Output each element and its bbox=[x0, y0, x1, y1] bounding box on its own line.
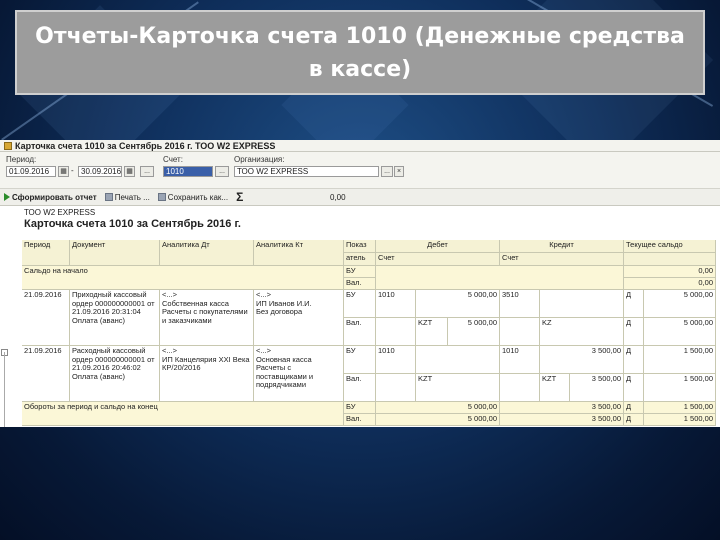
header-debit-account: Счет bbox=[376, 253, 500, 266]
period-select-button[interactable]: ... bbox=[140, 166, 154, 177]
header-analytics-kt: Аналитика Кт bbox=[254, 240, 344, 266]
sum-icon[interactable]: Σ bbox=[236, 190, 243, 204]
row1-credit-account: 3510 bbox=[500, 290, 540, 318]
totals-debit-val: 5 000,00 bbox=[376, 414, 500, 426]
filter-panel: Период: 01.09.2016 ▦ - 30.09.2016 ▦ ... … bbox=[0, 152, 720, 188]
row1-analytics-kt: <...> ИП Иванов И.И. Без договора bbox=[254, 290, 344, 346]
period-label: Период: bbox=[6, 155, 37, 164]
report-title: Карточка счета 1010 за Сентябрь 2016 г. bbox=[24, 218, 241, 230]
row1-balance-mark: Д bbox=[624, 290, 644, 318]
row2-credit-amount: 3 500,00 bbox=[540, 346, 624, 374]
header-period: Период bbox=[22, 240, 70, 266]
report-area: ТОО W2 EXPRESS Карточка счета 1010 за Се… bbox=[0, 206, 720, 427]
slide-title-box: Отчеты-Карточка счета 1010 (Денежные сре… bbox=[15, 10, 705, 95]
report-organization: ТОО W2 EXPRESS bbox=[24, 208, 96, 217]
row2-kt-currency: KZT bbox=[540, 374, 570, 402]
row1-debit-account: 1010 bbox=[376, 290, 416, 318]
row2-credit-account: 1010 bbox=[500, 346, 540, 374]
row2-ind-bu: БУ bbox=[344, 346, 376, 374]
toolbar: Сформировать отчет Печать ... Сохранить … bbox=[0, 188, 720, 206]
account-select-button[interactable]: ... bbox=[215, 166, 229, 177]
organization-select-button[interactable]: ... bbox=[381, 166, 393, 177]
printer-icon bbox=[104, 193, 113, 201]
opening-balance-val: 0,00 bbox=[624, 278, 716, 290]
header-document: Документ bbox=[70, 240, 160, 266]
totals-debit-bu: 5 000,00 bbox=[376, 402, 500, 414]
row1-kt-currency: KZ bbox=[540, 318, 624, 346]
organization-field[interactable]: ТОО W2 EXPRESS bbox=[234, 166, 379, 177]
row1-balance-val: 5 000,00 bbox=[644, 318, 716, 346]
totals-mark-val: Д bbox=[624, 414, 644, 426]
totals-ind-bu: БУ bbox=[344, 402, 376, 414]
opening-balance-label: Сальдо на начало bbox=[22, 266, 344, 290]
save-icon bbox=[157, 193, 166, 201]
row1-period: 21.09.2016 bbox=[22, 290, 70, 346]
opening-ind-val: Вал. bbox=[344, 278, 376, 290]
app-screenshot: Карточка счета 1010 за Сентябрь 2016 г. … bbox=[0, 140, 720, 427]
row2-balance-bu: 1 500,00 bbox=[644, 346, 716, 374]
row1-analytics-dt: <...> Собственная касса Расчеты с покупа… bbox=[160, 290, 254, 346]
row2-document[interactable]: Расходный кассовый ордер 000000000001 от… bbox=[70, 346, 160, 402]
totals-credit-bu: 3 500,00 bbox=[500, 402, 624, 414]
row2-dt-currency: KZT bbox=[416, 374, 500, 402]
slide-title: Отчеты-Карточка счета 1010 (Денежные сре… bbox=[35, 23, 685, 82]
totals-credit-val: 3 500,00 bbox=[500, 414, 624, 426]
save-as-button[interactable]: Сохранить как... bbox=[157, 193, 228, 202]
row1-ind-bu: БУ bbox=[344, 290, 376, 318]
header-balance: Текущее сальдо bbox=[624, 240, 716, 253]
date-from-field[interactable]: 01.09.2016 bbox=[6, 166, 56, 177]
row1-dt-currency: KZT bbox=[416, 318, 448, 346]
account-label: Счет: bbox=[163, 155, 183, 164]
calendar-icon[interactable]: ▦ bbox=[58, 166, 69, 177]
row1-document[interactable]: Приходный кассовый ордер 000000000001 от… bbox=[70, 290, 160, 346]
play-icon bbox=[4, 193, 10, 201]
totals-balance-bu: 1 500,00 bbox=[644, 402, 716, 414]
calendar-icon[interactable]: ▦ bbox=[124, 166, 135, 177]
window-title: Карточка счета 1010 за Сентябрь 2016 г. … bbox=[15, 140, 276, 151]
totals-ind-val: Вал. bbox=[344, 414, 376, 426]
grouping-line bbox=[4, 352, 14, 427]
organization-label: Организация: bbox=[234, 155, 285, 164]
totals-balance-val: 1 500,00 bbox=[644, 414, 716, 426]
header-analytics-dt: Аналитика Дт bbox=[160, 240, 254, 266]
row1-debit-amount: 5 000,00 bbox=[416, 290, 500, 318]
opening-ind-bu: БУ bbox=[344, 266, 376, 278]
row2-analytics-kt: <...> Основная касса Расчеты с поставщик… bbox=[254, 346, 344, 402]
header-indicator-cont: атель bbox=[344, 253, 376, 266]
opening-balance-bu: 0,00 bbox=[624, 266, 716, 278]
row2-balance-mark: Д bbox=[624, 346, 644, 374]
report-icon bbox=[4, 141, 12, 150]
row2-ind-val: Вал. bbox=[344, 374, 376, 402]
generate-report-button[interactable]: Сформировать отчет bbox=[4, 193, 97, 202]
row2-debit-account: 1010 bbox=[376, 346, 416, 374]
row1-dt-currency-amount: 5 000,00 bbox=[448, 318, 500, 346]
header-credit: Кредит bbox=[500, 240, 624, 253]
row2-kt-currency-amount: 3 500,00 bbox=[570, 374, 624, 402]
row1-balance-mark-val: Д bbox=[624, 318, 644, 346]
row1-ind-val: Вал. bbox=[344, 318, 376, 346]
header-debit: Дебет bbox=[376, 240, 500, 253]
date-to-field[interactable]: 30.09.2016 bbox=[78, 166, 122, 177]
row2-analytics-dt: <...> ИП Канцелярия XXI Века КР/20/2016 bbox=[160, 346, 254, 402]
row1-balance-bu: 5 000,00 bbox=[644, 290, 716, 318]
header-indicator: Показ bbox=[344, 240, 376, 253]
row2-balance-val: 1 500,00 bbox=[644, 374, 716, 402]
window-title-bar: Карточка счета 1010 за Сентябрь 2016 г. … bbox=[0, 140, 720, 152]
row2-balance-mark-val: Д bbox=[624, 374, 644, 402]
header-credit-account: Счет bbox=[500, 253, 624, 266]
print-button[interactable]: Печать ... bbox=[104, 193, 150, 202]
row2-period: 21.09.2016 bbox=[22, 346, 70, 402]
clear-icon[interactable]: × bbox=[394, 166, 404, 177]
sum-value: 0,00 bbox=[330, 193, 346, 202]
totals-mark-bu: Д bbox=[624, 402, 644, 414]
account-field[interactable]: 1010 bbox=[163, 166, 213, 177]
totals-label: Обороты за период и сальдо на конец bbox=[22, 402, 344, 426]
